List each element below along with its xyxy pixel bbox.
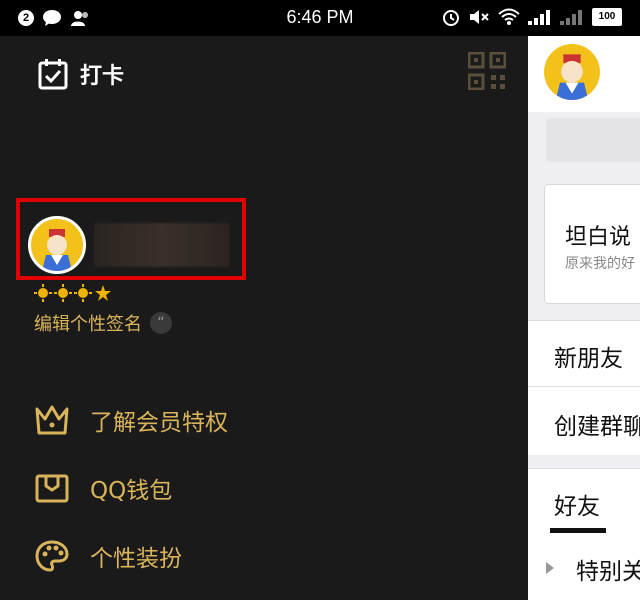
main-screen-peek[interactable]: 坦白说 原来我的好 新朋友 创建群聊 好友 特别关: [528, 36, 640, 600]
palette-icon: [34, 538, 70, 574]
wifi-icon: [498, 8, 520, 25]
row-label: 新朋友: [554, 346, 623, 372]
edit-signature-button[interactable]: 编辑个性签名 “: [34, 310, 172, 336]
row-new-friends[interactable]: 新朋友: [528, 320, 640, 387]
search-bar[interactable]: [546, 118, 640, 162]
sun-level-icon: [34, 284, 52, 302]
menu-label: 了解会员特权: [90, 410, 228, 436]
sun-level-icon: [74, 284, 92, 302]
signature-label: 编辑个性签名: [34, 314, 142, 335]
battery-indicator: 100: [592, 8, 622, 26]
card-subtitle: 原来我的好: [565, 256, 635, 272]
sun-level-icon: [54, 284, 72, 302]
tab-friends[interactable]: 好友: [528, 468, 640, 537]
menu-item-personal-decoration[interactable]: 个性装扮: [34, 538, 182, 574]
quote-icon: “: [150, 312, 172, 334]
qr-code-icon[interactable]: [468, 52, 506, 90]
menu-label: 个性装扮: [90, 546, 182, 572]
calendar-check-icon: [38, 59, 68, 90]
menu-item-vip-privileges[interactable]: 了解会员特权: [34, 402, 228, 438]
tab-underline: [550, 528, 606, 533]
triangle-right-icon: [546, 562, 554, 574]
row-create-group[interactable]: 创建群聊: [528, 386, 640, 455]
alarm-icon: [443, 10, 459, 26]
menu-label: QQ钱包: [90, 478, 173, 504]
confession-card[interactable]: 坦白说 原来我的好: [544, 184, 640, 304]
tab-label: 好友: [554, 494, 600, 520]
highlight-box: [16, 198, 246, 280]
star-level-icon: [95, 285, 111, 301]
group-special-care[interactable]: 特别关: [528, 536, 640, 600]
card-title: 坦白说: [565, 225, 632, 250]
status-right-icons: 100: [442, 8, 622, 26]
group-label: 特别关: [576, 559, 640, 585]
signal-weak-icon: [560, 10, 582, 25]
peek-avatar[interactable]: [544, 44, 600, 100]
checkin-label: 打卡: [80, 64, 125, 89]
menu-item-qq-wallet[interactable]: QQ钱包: [34, 470, 172, 506]
checkin-button[interactable]: 打卡: [38, 58, 124, 90]
row-label: 创建群聊: [554, 414, 640, 440]
wallet-icon: [34, 470, 70, 506]
peek-header: [528, 36, 640, 112]
status-bar: 2 6:46 PM 100: [0, 0, 640, 36]
avatar-cartoon-icon: [555, 54, 589, 100]
mute-icon: [470, 10, 489, 24]
crown-icon: [34, 402, 70, 438]
signal-icon: [528, 10, 550, 25]
level-badges: [34, 284, 112, 302]
side-drawer: 打卡 编辑个性签名 “ 了解会员特权 QQ钱包 个性装扮: [0, 36, 528, 600]
